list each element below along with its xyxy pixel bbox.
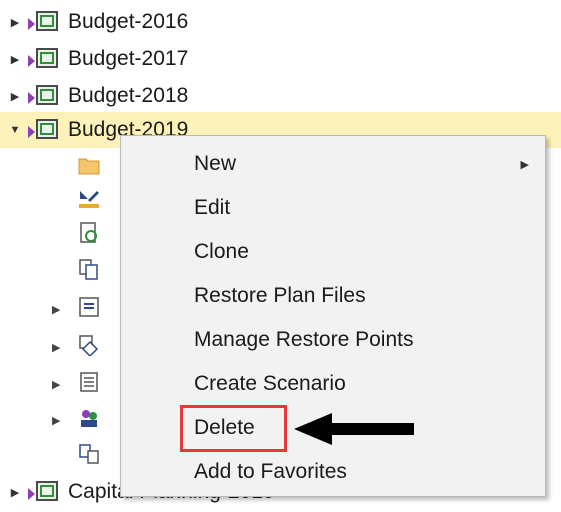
menu-item-label: Edit xyxy=(194,196,231,219)
tree-item-budget-2017[interactable]: ▶ Budget-2017 xyxy=(8,41,189,77)
menu-item-label: Add to Favorites xyxy=(194,460,347,483)
import-icon[interactable] xyxy=(78,296,100,318)
menu-item-label: Create Scenario xyxy=(194,372,346,395)
menu-item-label: Manage Restore Points xyxy=(194,328,414,351)
plan-icon xyxy=(28,84,62,108)
menu-item-label: New xyxy=(194,152,237,175)
plan-icon xyxy=(28,47,62,71)
menu-item-create-scenario[interactable]: Create Scenario xyxy=(121,362,545,406)
tree-item-label: Budget-2016 xyxy=(68,10,189,33)
refresh-document-icon[interactable] xyxy=(78,222,100,244)
plan-icon xyxy=(28,10,62,34)
expand-arrow-icon[interactable]: ▶ xyxy=(8,90,22,103)
annotation-arrow-icon xyxy=(294,413,414,445)
menu-item-label: Clone xyxy=(194,240,249,263)
menu-item-label: Restore Plan Files xyxy=(194,284,366,307)
diamond-shape-icon[interactable] xyxy=(78,334,100,356)
plan-icon xyxy=(28,118,62,142)
folder-icon[interactable] xyxy=(78,154,100,176)
list-icon[interactable] xyxy=(78,371,100,393)
document-grid-icon[interactable] xyxy=(78,442,100,464)
copy-document-icon[interactable] xyxy=(78,258,100,280)
annotation-highlight-box xyxy=(180,405,287,452)
menu-item-manage-restore-points[interactable]: Manage Restore Points xyxy=(121,318,545,362)
tree-item-label: Budget-2018 xyxy=(68,84,189,107)
plan-icon xyxy=(28,480,62,504)
expand-arrow-icon[interactable]: ▶ xyxy=(8,53,22,66)
expand-arrow-icon[interactable]: ▶ xyxy=(52,378,60,391)
tree-item-budget-2016[interactable]: ▶ Budget-2016 xyxy=(8,4,189,40)
submenu-arrow-icon: ▶ xyxy=(520,158,529,171)
users-icon[interactable] xyxy=(78,407,100,429)
expand-arrow-icon[interactable]: ▶ xyxy=(52,341,60,354)
expand-arrow-icon[interactable]: ▶ xyxy=(52,303,60,316)
menu-item-edit[interactable]: Edit xyxy=(121,186,545,230)
menu-item-restore-plan-files[interactable]: Restore Plan Files xyxy=(121,274,545,318)
expand-arrow-icon[interactable]: ▶ xyxy=(8,486,22,499)
expand-arrow-icon[interactable]: ▶ xyxy=(52,414,60,427)
tree-item-label: Budget-2017 xyxy=(68,47,189,70)
tree-item-budget-2018[interactable]: ▶ Budget-2018 xyxy=(8,78,189,114)
menu-item-new[interactable]: New ▶ xyxy=(121,142,545,186)
expand-arrow-icon[interactable]: ▶ xyxy=(8,16,22,29)
collapse-arrow-icon[interactable]: ▼ xyxy=(8,124,22,136)
menu-item-clone[interactable]: Clone xyxy=(121,230,545,274)
edit-drawing-icon[interactable] xyxy=(78,188,100,210)
menu-item-add-to-favorites[interactable]: Add to Favorites xyxy=(121,450,545,494)
